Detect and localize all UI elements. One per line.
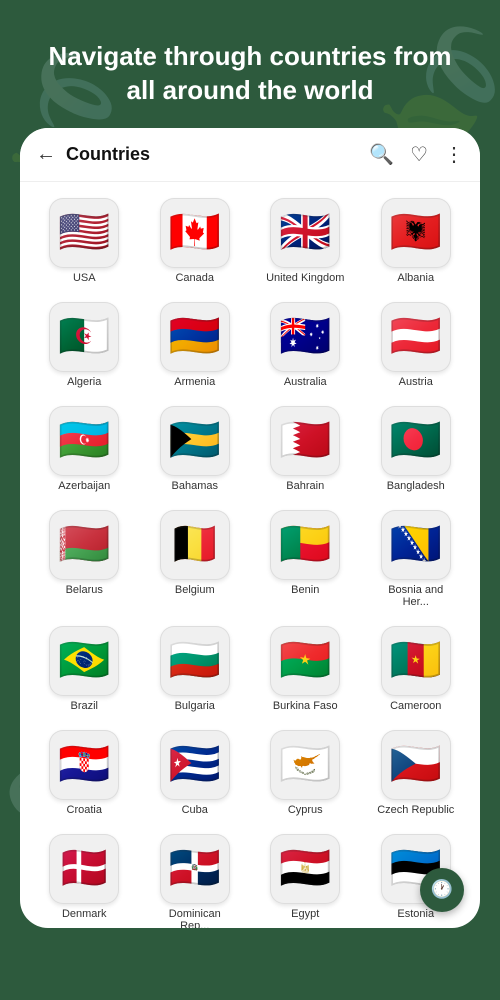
flag-icon: 🇧🇩 [381,406,451,476]
flag-icon: 🇩🇿 [49,302,119,372]
header-section: Navigate through countries from all arou… [0,0,500,128]
list-item[interactable]: 🇧🇬 Bulgaria [143,620,248,718]
list-item[interactable]: 🇧🇪 Belgium [143,504,248,614]
country-name: Burkina Faso [273,700,338,712]
flag-icon: 🇭🇷 [49,730,119,800]
list-item[interactable]: 🇧🇷 Brazil [32,620,137,718]
flag-icon: 🇨🇦 [160,198,230,268]
list-item[interactable]: 🇨🇦 Canada [143,192,248,290]
flag-icon: 🇧🇪 [160,510,230,580]
list-item[interactable]: 🇦🇺 Australia [253,296,358,394]
country-name: Cuba [182,804,208,816]
flag-icon: 🇧🇭 [270,406,340,476]
list-item[interactable]: 🇧🇫 Burkina Faso [253,620,358,718]
flag-icon: 🇦🇿 [49,406,119,476]
flag-icon: 🇨🇺 [160,730,230,800]
country-name: Bahamas [172,480,218,492]
country-name: USA [73,272,96,284]
flag-icon: 🇩🇴 [160,834,230,904]
list-item[interactable]: 🇦🇿 Azerbaijan [32,400,137,498]
flag-icon: 🇬🇧 [270,198,340,268]
country-name: Armenia [174,376,215,388]
list-item[interactable]: 🇨🇾 Cyprus [253,724,358,822]
list-item[interactable]: 🇩🇰 Denmark [32,828,137,928]
search-icon[interactable]: 🔍 [369,142,394,167]
back-button[interactable]: ← [36,143,56,166]
flag-icon: 🇨🇿 [381,730,451,800]
country-name: Albania [397,272,434,284]
list-item[interactable]: 🇬🇧 United Kingdom [253,192,358,290]
flag-icon: 🇦🇱 [381,198,451,268]
list-item[interactable]: 🇪🇬 Egypt [253,828,358,928]
list-item[interactable]: 🇦🇹 Austria [364,296,469,394]
country-name: Dominican Rep... [155,908,235,928]
country-name: Croatia [67,804,102,816]
list-item[interactable]: 🇧🇩 Bangladesh [364,400,469,498]
flag-icon: 🇦🇲 [160,302,230,372]
country-name: Belarus [66,584,103,596]
flag-icon: 🇧🇸 [160,406,230,476]
app-header: ← Countries 🔍 ♡ ⋮ [20,128,480,182]
fab-history-button[interactable]: 🕐 [420,868,464,912]
flag-icon: 🇦🇹 [381,302,451,372]
list-item[interactable]: 🇩🇿 Algeria [32,296,137,394]
country-name: Algeria [67,376,101,388]
country-name: Bangladesh [387,480,445,492]
flag-icon: 🇧🇬 [160,626,230,696]
flag-icon: 🇧🇫 [270,626,340,696]
country-name: Bulgaria [175,700,215,712]
list-item[interactable]: 🇩🇴 Dominican Rep... [143,828,248,928]
countries-grid: 🇺🇸 USA 🇨🇦 Canada 🇬🇧 United Kingdom 🇦🇱 Albania 🇩🇿… [20,182,480,928]
phone-frame: ← Countries 🔍 ♡ ⋮ 🇺🇸 USA 🇨🇦 Canada 🇬🇧 United … [20,128,480,928]
list-item[interactable]: 🇧🇯 Benin [253,504,358,614]
flag-icon: 🇧🇷 [49,626,119,696]
country-name: Benin [291,584,319,596]
list-item[interactable]: 🇦🇱 Albania [364,192,469,290]
list-item[interactable]: 🇦🇲 Armenia [143,296,248,394]
flag-icon: 🇦🇺 [270,302,340,372]
headline: Navigate through countries from all arou… [40,40,460,108]
country-name: Azerbaijan [58,480,110,492]
list-item[interactable]: 🇺🇸 USA [32,192,137,290]
list-item[interactable]: 🇨🇺 Cuba [143,724,248,822]
country-name: Brazil [70,700,98,712]
list-item[interactable]: 🇨🇿 Czech Republic [364,724,469,822]
app-title: Countries [66,144,369,165]
flag-icon: 🇨🇾 [270,730,340,800]
list-item[interactable]: 🇧🇾 Belarus [32,504,137,614]
country-name: Bosnia and Her... [376,584,456,608]
country-name: Egypt [291,908,319,920]
flag-icon: 🇧🇦 [381,510,451,580]
menu-icon[interactable]: ⋮ [444,142,464,167]
country-name: United Kingdom [266,272,344,284]
flag-icon: 🇧🇯 [270,510,340,580]
country-name: Estonia [397,908,434,920]
country-name: Canada [175,272,214,284]
country-name: Cyprus [288,804,323,816]
country-name: Australia [284,376,327,388]
list-item[interactable]: 🇧🇦 Bosnia and Her... [364,504,469,614]
list-item[interactable]: 🇧🇸 Bahamas [143,400,248,498]
list-item[interactable]: 🇨🇲 Cameroon [364,620,469,718]
list-item[interactable]: 🇧🇭 Bahrain [253,400,358,498]
country-name: Bahrain [286,480,324,492]
flag-icon: 🇨🇲 [381,626,451,696]
list-item[interactable]: 🇭🇷 Croatia [32,724,137,822]
flag-icon: 🇩🇰 [49,834,119,904]
heart-icon[interactable]: ♡ [410,142,428,167]
country-name: Cameroon [390,700,441,712]
flag-icon: 🇺🇸 [49,198,119,268]
header-icons: 🔍 ♡ ⋮ [369,142,464,167]
country-name: Czech Republic [377,804,454,816]
country-name: Austria [399,376,433,388]
country-name: Belgium [175,584,215,596]
flag-icon: 🇧🇾 [49,510,119,580]
flag-icon: 🇪🇬 [270,834,340,904]
country-name: Denmark [62,908,107,920]
